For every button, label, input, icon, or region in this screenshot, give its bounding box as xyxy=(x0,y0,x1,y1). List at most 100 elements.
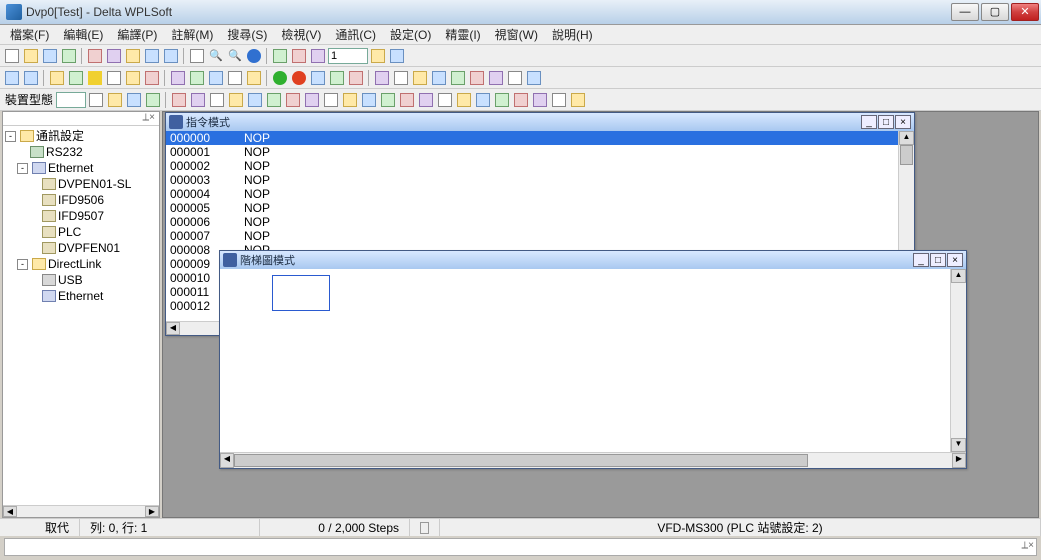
tb2-icon[interactable] xyxy=(309,69,327,87)
tb3-icon[interactable] xyxy=(436,91,454,109)
instruction-row[interactable]: 000005NOP xyxy=(166,201,898,215)
instruction-row[interactable]: 000002NOP xyxy=(166,159,898,173)
instruction-row[interactable]: 000001NOP xyxy=(166,145,898,159)
tree-root[interactable]: - 通訊設定 xyxy=(5,128,157,144)
tb2-icon[interactable] xyxy=(48,69,66,87)
tb-zoom-out-icon[interactable]: 🔍 xyxy=(226,47,244,65)
tb2-run-icon[interactable] xyxy=(271,69,289,87)
device-type-input[interactable] xyxy=(56,92,86,108)
window-minimize-button[interactable]: — xyxy=(951,3,979,21)
tb3-icon[interactable] xyxy=(569,91,587,109)
tb2-icon[interactable] xyxy=(347,69,365,87)
hscrollbar[interactable]: ◀ ▶ xyxy=(220,452,966,468)
menu-window[interactable]: 視窗(W) xyxy=(489,24,544,45)
tb3-icon[interactable] xyxy=(474,91,492,109)
vscrollbar[interactable]: ▲ ▼ xyxy=(950,269,966,452)
tb3-icon[interactable] xyxy=(360,91,378,109)
tb3-icon[interactable] xyxy=(550,91,568,109)
tb-cut-icon[interactable] xyxy=(86,47,104,65)
tb3-icon[interactable] xyxy=(87,91,105,109)
scroll-left-icon[interactable]: ◀ xyxy=(166,322,180,335)
win-maximize-button[interactable]: □ xyxy=(930,253,946,267)
menu-view[interactable]: 檢視(V) xyxy=(275,24,327,45)
menu-comment[interactable]: 註解(M) xyxy=(165,24,219,45)
tb2-icon[interactable] xyxy=(506,69,524,87)
tb2-icon[interactable] xyxy=(245,69,263,87)
scroll-up-icon[interactable]: ▲ xyxy=(951,269,966,283)
scroll-down-icon[interactable]: ▼ xyxy=(951,438,966,452)
scroll-right-icon[interactable]: ▶ xyxy=(145,506,159,517)
menu-help[interactable]: 說明(H) xyxy=(546,24,599,45)
tree-item[interactable]: USB xyxy=(5,272,157,288)
menu-compile[interactable]: 編譯(P) xyxy=(111,24,163,45)
tb-help-icon[interactable] xyxy=(245,47,263,65)
scroll-left-icon[interactable]: ◀ xyxy=(3,506,17,517)
menu-file[interactable]: 檔案(F) xyxy=(4,24,55,45)
expand-icon[interactable]: - xyxy=(5,131,16,142)
tb2-icon[interactable] xyxy=(525,69,543,87)
tb3-icon[interactable] xyxy=(265,91,283,109)
win-minimize-button[interactable]: _ xyxy=(913,253,929,267)
instruction-window-titlebar[interactable]: 指令模式 _ □ × xyxy=(166,113,914,131)
tb3-icon[interactable] xyxy=(189,91,207,109)
menu-setting[interactable]: 設定(O) xyxy=(384,24,437,45)
tb3-icon[interactable] xyxy=(125,91,143,109)
tb3-icon[interactable] xyxy=(341,91,359,109)
tb-go-icon[interactable] xyxy=(369,47,387,65)
instruction-row[interactable]: 000006NOP xyxy=(166,215,898,229)
tb2-icon[interactable] xyxy=(468,69,486,87)
tb3-icon[interactable] xyxy=(106,91,124,109)
menu-comm[interactable]: 通訊(C) xyxy=(329,24,382,45)
sidebar-hscroll[interactable]: ◀ ▶ xyxy=(3,505,159,517)
tree-item[interactable]: -DirectLink xyxy=(5,256,157,272)
scroll-thumb[interactable] xyxy=(234,454,808,467)
tree-item[interactable]: IFD9506 xyxy=(5,192,157,208)
tb-open-icon[interactable] xyxy=(22,47,40,65)
win-maximize-button[interactable]: □ xyxy=(878,115,894,129)
instruction-row[interactable]: 000003NOP xyxy=(166,173,898,187)
tb3-icon[interactable] xyxy=(170,91,188,109)
tb2-icon[interactable] xyxy=(392,69,410,87)
tb-zoom-fit-icon[interactable] xyxy=(188,47,206,65)
tb2-icon[interactable] xyxy=(411,69,429,87)
tb3-icon[interactable] xyxy=(493,91,511,109)
tb-next-icon[interactable] xyxy=(388,47,406,65)
tb3-icon[interactable] xyxy=(417,91,435,109)
ladder-canvas[interactable] xyxy=(220,269,950,452)
scroll-right-icon[interactable]: ▶ xyxy=(952,453,966,468)
pin-icon[interactable]: ⟂× xyxy=(1021,540,1034,551)
win-minimize-button[interactable]: _ xyxy=(861,115,877,129)
tb3-icon[interactable] xyxy=(246,91,264,109)
tb-list-icon[interactable] xyxy=(290,47,308,65)
tb3-icon[interactable] xyxy=(303,91,321,109)
tb2-icon[interactable] xyxy=(143,69,161,87)
tb2-icon[interactable] xyxy=(430,69,448,87)
tb2-icon[interactable] xyxy=(169,69,187,87)
menu-edit[interactable]: 編輯(E) xyxy=(57,24,109,45)
tb3-icon[interactable] xyxy=(379,91,397,109)
scroll-up-icon[interactable]: ▲ xyxy=(899,131,914,145)
tree-item[interactable]: Ethernet xyxy=(5,288,157,304)
tree-item[interactable]: -Ethernet xyxy=(5,160,157,176)
scroll-left-icon[interactable]: ◀ xyxy=(220,453,234,468)
tb-undo-icon[interactable] xyxy=(143,47,161,65)
window-maximize-button[interactable]: ▢ xyxy=(981,3,1009,21)
tb3-icon[interactable] xyxy=(512,91,530,109)
tb2-icon[interactable] xyxy=(449,69,467,87)
tb2-stop-icon[interactable] xyxy=(290,69,308,87)
ladder-window-titlebar[interactable]: 階梯圖模式 _ □ × xyxy=(220,251,966,269)
win-close-button[interactable]: × xyxy=(895,115,911,129)
tree-item[interactable]: DVPFEN01 xyxy=(5,240,157,256)
tb3-icon[interactable] xyxy=(322,91,340,109)
tb3-icon[interactable] xyxy=(398,91,416,109)
tb-tree-icon[interactable] xyxy=(271,47,289,65)
tb2-icon[interactable] xyxy=(86,69,104,87)
tb2-icon[interactable] xyxy=(105,69,123,87)
tree-item[interactable]: PLC xyxy=(5,224,157,240)
tb-save-icon[interactable] xyxy=(41,47,59,65)
tb-grid-icon[interactable] xyxy=(309,47,327,65)
tb2-icon[interactable] xyxy=(22,69,40,87)
tb2-icon[interactable] xyxy=(487,69,505,87)
tb3-icon[interactable] xyxy=(208,91,226,109)
tb2-icon[interactable] xyxy=(188,69,206,87)
